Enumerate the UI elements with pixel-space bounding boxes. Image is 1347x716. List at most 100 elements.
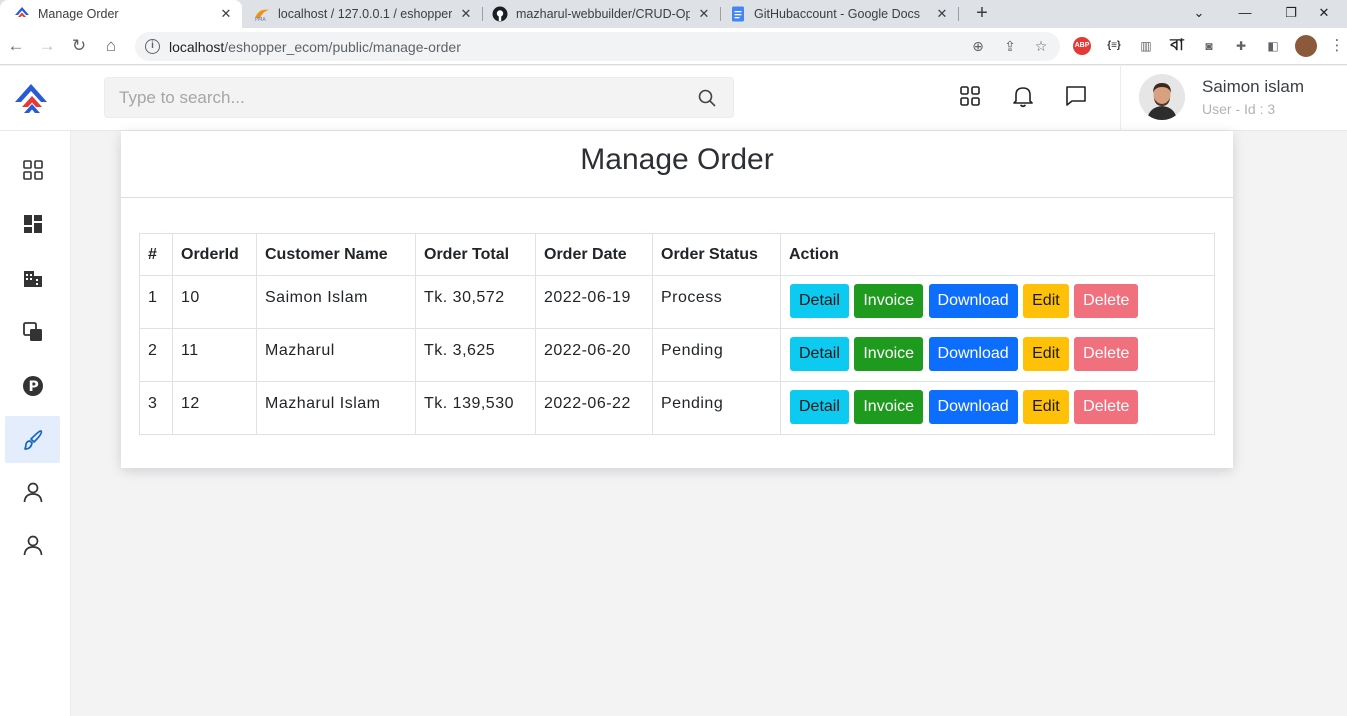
home-icon[interactable]: ⌂ [99,34,123,58]
download-button[interactable]: Download [928,390,1018,424]
order-status: Pending [652,381,781,435]
json-extension-icon[interactable]: {≡} [1105,37,1123,55]
eshopper-logo-icon [14,6,30,22]
bangla-extension-icon[interactable]: বা [1168,37,1186,55]
customer-name: Mazharul Islam [256,381,416,435]
url-field[interactable]: i localhost/eshopper_ecom/public/manage-… [135,32,1060,61]
order-id: 11 [172,328,257,382]
row-number: 1 [139,275,173,329]
eshopper-logo-icon[interactable] [14,82,50,116]
new-tab-icon[interactable]: + [970,2,994,26]
parking-p-icon: P [22,375,43,396]
sidebar: P [0,131,71,716]
bookmark-star-icon[interactable]: ☆ [1031,36,1051,56]
close-tab-icon[interactable]: ✕ [458,6,474,22]
camera-icon[interactable]: ◙ [1200,37,1218,55]
app-header: Saimon islam User - Id : 3 [0,66,1347,131]
sidebar-item-user[interactable] [5,468,60,515]
edit-button[interactable]: Edit [1023,284,1069,318]
extensions-puzzle-icon[interactable]: ✚ [1232,37,1250,55]
sidebar-item-dashboard[interactable] [5,146,60,193]
search-icon[interactable] [697,88,717,108]
tab-search-icon[interactable]: ⌄ [1176,0,1222,28]
download-button[interactable]: Download [928,337,1018,371]
minimize-icon[interactable]: — [1222,0,1268,28]
row-actions: Detail Invoice Download Edit Delete [780,381,1215,435]
share-icon[interactable]: ⇪ [1000,36,1020,56]
notification-bell-icon[interactable] [1010,83,1036,109]
grid-outline-icon [22,159,43,180]
order-status: Process [652,275,781,329]
phpmyadmin-icon: PMA [254,6,270,22]
close-tab-icon[interactable]: ✕ [696,6,712,22]
column-header: Order Status [652,233,781,276]
sidebar-item-company[interactable] [5,254,60,301]
invoice-button[interactable]: Invoice [854,284,924,318]
zoom-icon[interactable]: ⊕ [968,36,988,56]
invoice-button[interactable]: Invoice [854,390,924,424]
page-title: Manage Order [580,143,774,176]
column-header: OrderId [172,233,257,276]
svg-text:PMA: PMA [255,17,266,22]
github-icon [492,6,508,22]
table-row: 2 11 Mazharul Tk. 3,625 2022-06-20 Pendi… [139,328,1215,382]
user-avatar[interactable] [1139,74,1185,120]
sidebar-item-copies[interactable] [5,308,60,355]
column-header: Action [780,233,1215,276]
close-tab-icon[interactable]: ✕ [934,6,950,22]
sidebar-item-manage-order[interactable] [5,416,60,463]
adblock-icon[interactable]: ABP [1073,37,1091,55]
svg-text:P: P [28,379,38,395]
profile-avatar-icon[interactable] [1295,35,1317,57]
order-id: 10 [172,275,257,329]
tab-title: mazharul-webbuilder/CRUD-Ope [516,7,690,21]
delete-button[interactable]: Delete [1074,390,1139,424]
side-panel-icon[interactable]: ◧ [1264,37,1282,55]
detail-button[interactable]: Detail [790,337,849,371]
tab-separator [720,7,721,21]
order-total: Tk. 139,530 [415,381,536,435]
tab-manage-order[interactable]: Manage Order ✕ [0,0,242,28]
column-header: Order Date [535,233,653,276]
edit-button[interactable]: Edit [1023,390,1069,424]
edit-button[interactable]: Edit [1023,337,1069,371]
order-id: 12 [172,381,257,435]
delete-button[interactable]: Delete [1074,337,1139,371]
sidebar-item-profile[interactable] [5,521,60,568]
tab-phpmyadmin[interactable]: PMA localhost / 127.0.0.1 / eshopper_e ✕ [246,0,482,28]
google-docs-icon [730,6,746,22]
menu-kebab-icon[interactable]: ⋮ [1328,37,1346,55]
order-date: 2022-06-19 [535,275,653,329]
detail-button[interactable]: Detail [790,390,849,424]
reload-icon[interactable]: ↻ [67,34,91,58]
tab-title: GitHubaccount - Google Docs [754,7,921,21]
customer-name: Saimon Islam [256,275,416,329]
browser-tab-bar: Manage Order ✕ PMA localhost / 127.0.0.1… [0,0,1347,28]
apps-grid-icon[interactable] [957,83,983,109]
extension-icon[interactable]: ▥ [1137,37,1155,55]
close-tab-icon[interactable]: ✕ [218,6,234,22]
forward-icon[interactable]: → [35,34,59,58]
tab-separator [482,7,483,21]
tab-google-docs[interactable]: GitHubaccount - Google Docs ✕ [722,0,958,28]
back-icon[interactable]: ← [4,34,28,58]
order-date: 2022-06-20 [535,328,653,382]
search-input[interactable] [119,78,679,117]
sidebar-item-widgets[interactable] [5,200,60,247]
table-header-row: # OrderId Customer Name Order Total Orde… [139,233,1215,276]
table-row: 1 10 Saimon Islam Tk. 30,572 2022-06-19 … [139,275,1215,329]
brush-icon [23,429,42,450]
detail-button[interactable]: Detail [790,284,849,318]
download-button[interactable]: Download [928,284,1018,318]
orders-table: # OrderId Customer Name Order Total Orde… [139,233,1215,435]
invoice-button[interactable]: Invoice [854,337,924,371]
order-total: Tk. 30,572 [415,275,536,329]
tab-github[interactable]: mazharul-webbuilder/CRUD-Ope ✕ [484,0,720,28]
chat-message-icon[interactable] [1063,83,1089,109]
table-row: 3 12 Mazharul Islam Tk. 139,530 2022-06-… [139,381,1215,435]
manage-order-card: Manage Order # OrderId Customer Name Ord… [121,131,1233,468]
sidebar-item-products[interactable]: P [5,362,60,409]
delete-button[interactable]: Delete [1074,284,1139,318]
site-info-icon[interactable]: i [145,39,160,54]
close-window-icon[interactable]: ✕ [1301,0,1347,28]
